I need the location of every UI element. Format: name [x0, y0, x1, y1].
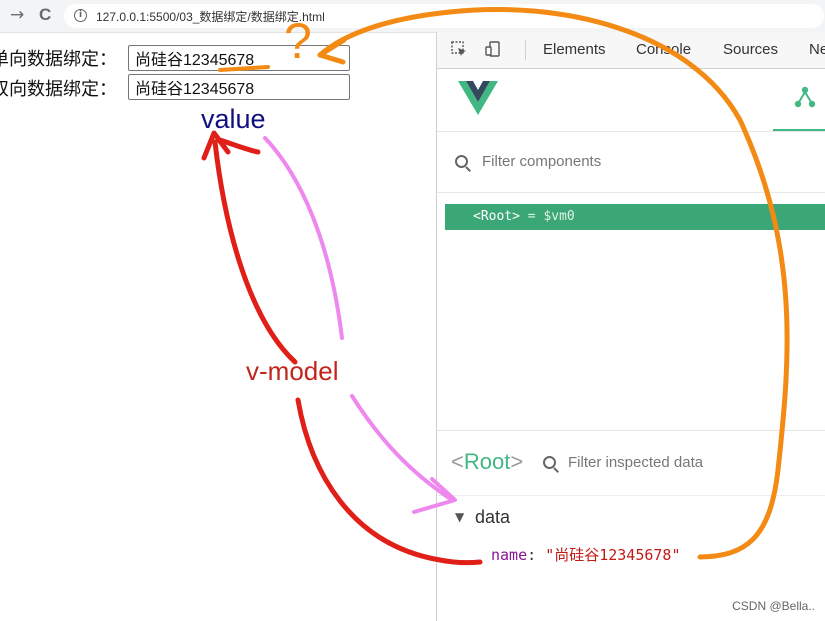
filter-inspected-input[interactable]: Filter inspected data [568, 454, 703, 471]
one-way-label: 单向数据绑定： [0, 49, 117, 70]
filter-components-input[interactable]: Filter components [482, 153, 601, 170]
vue-logo-icon [458, 81, 498, 115]
collapse-triangle-icon[interactable]: ▼ [455, 510, 464, 524]
inspected-component-name: <Root> [451, 449, 524, 474]
tab-console[interactable]: Console [636, 41, 691, 58]
two-way-input[interactable] [128, 74, 350, 100]
v-model-annotation: v-model [246, 356, 339, 386]
red-arrow-head [201, 130, 261, 161]
tab-network[interactable]: Ne [809, 41, 825, 58]
inspector-header: <Root> Filter inspected data [437, 431, 825, 496]
address-bar[interactable]: i 127.0.0.1:5500/03_数据绑定/数据绑定.html [64, 4, 824, 28]
info-icon[interactable]: i [74, 9, 87, 22]
property-value: "尚硅谷12345678" [545, 546, 681, 564]
property-key: name [491, 546, 528, 564]
component-tree-icon[interactable] [793, 85, 817, 109]
search-icon [543, 456, 556, 469]
device-icon[interactable] [485, 41, 501, 57]
two-way-label: 双向数据绑定： [0, 79, 117, 100]
back-icon[interactable]: → [10, 5, 24, 25]
devtools-tab-bar: Elements Console Sources Ne [437, 32, 825, 69]
tab-separator [525, 40, 526, 60]
vue-devtools-header [437, 69, 825, 132]
reload-icon[interactable]: C [39, 5, 51, 25]
filter-components-row[interactable]: Filter components [437, 132, 825, 193]
red-arrow-upper [212, 139, 298, 365]
data-section-label[interactable]: data [475, 507, 510, 528]
search-icon [455, 155, 468, 168]
root-vm-ref: = $vm0 [527, 209, 575, 224]
data-property-row[interactable]: name: "尚硅谷12345678" [491, 544, 681, 565]
devtools-panel: Elements Console Sources Ne Filter compo… [436, 32, 825, 621]
inspect-icon[interactable] [451, 41, 467, 57]
one-way-input[interactable] [128, 45, 350, 71]
pink-arrow-upper [263, 136, 344, 340]
tab-elements[interactable]: Elements [543, 41, 606, 58]
tab-sources[interactable]: Sources [723, 41, 778, 58]
url-text: 127.0.0.1:5500/03_数据绑定/数据绑定.html [96, 10, 325, 24]
root-tag: <Root> [473, 209, 520, 224]
root-component-row[interactable]: <Root> = $vm0 [445, 204, 825, 230]
value-annotation: value [201, 104, 266, 134]
active-tab-indicator [773, 129, 825, 131]
browser-toolbar: → C i 127.0.0.1:5500/03_数据绑定/数据绑定.html [0, 0, 825, 33]
watermark: CSDN @Bella.. [732, 599, 815, 613]
